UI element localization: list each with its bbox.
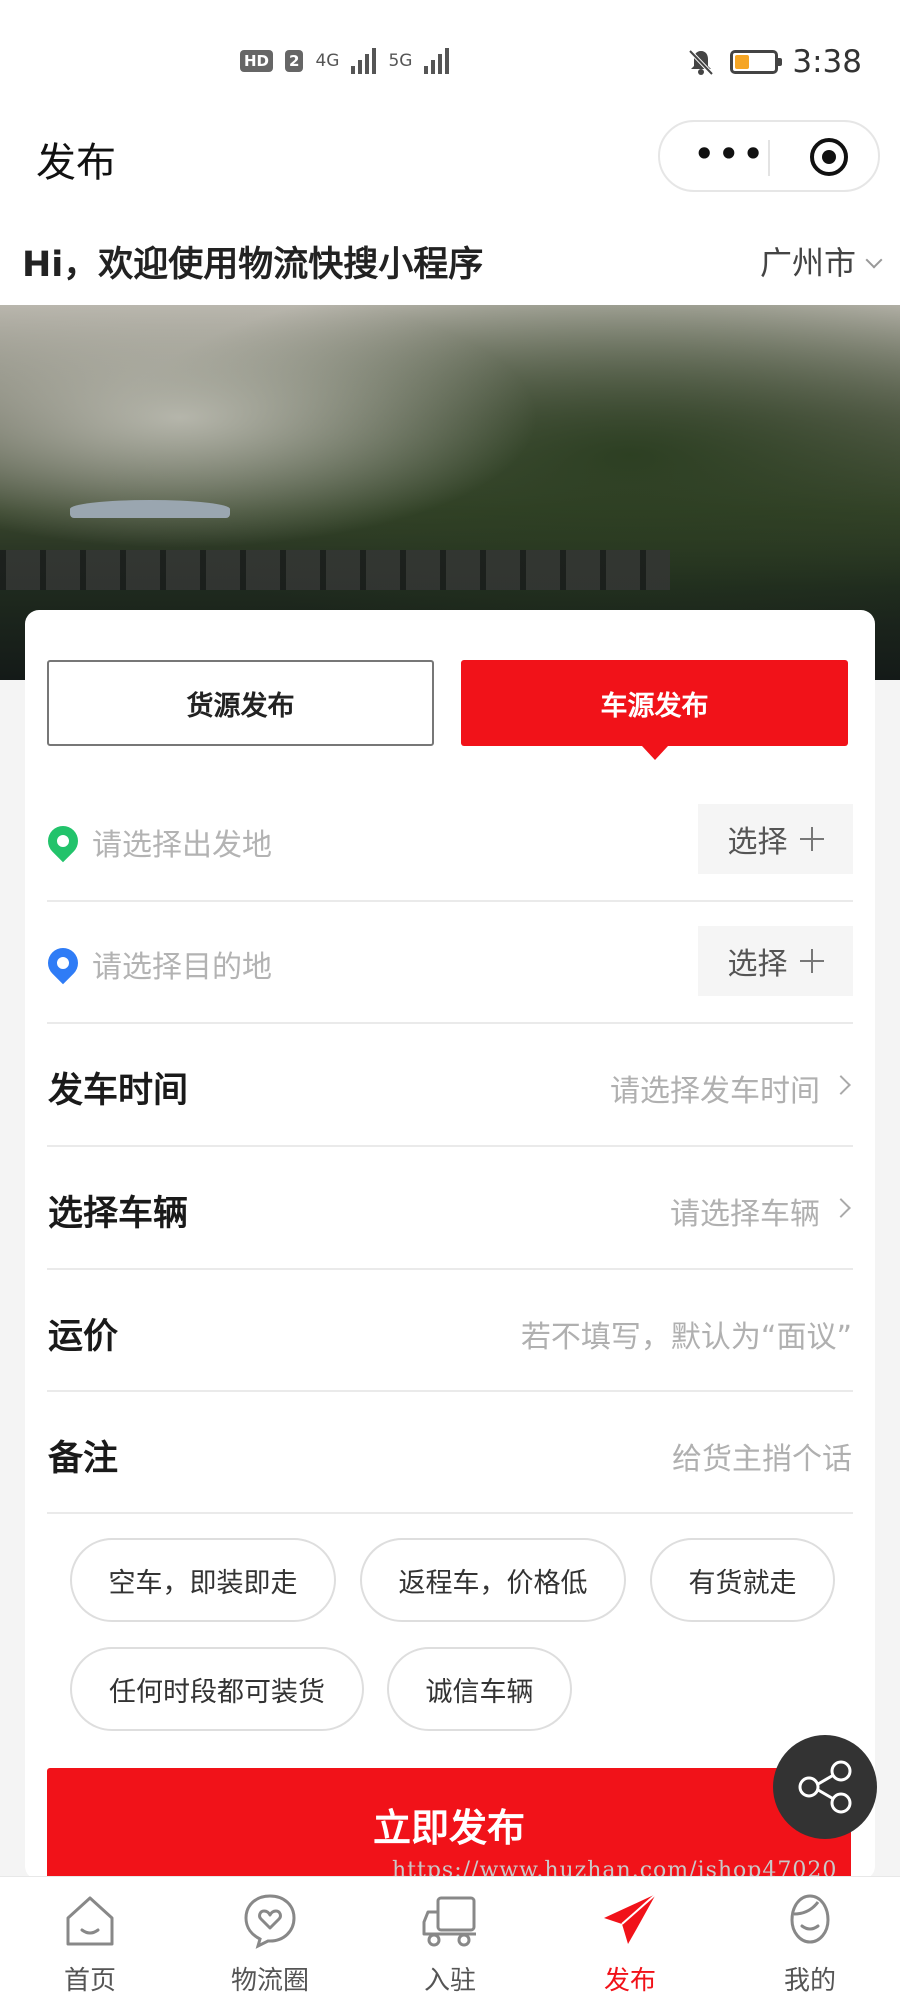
hd-badge: HD [240, 50, 274, 72]
remark-label: 备注 [48, 1439, 119, 1479]
divider [47, 1268, 853, 1270]
select-label: 选择 [727, 947, 788, 982]
tab-publish-label: 发布 [603, 1966, 656, 1996]
tab-vehicle-publish[interactable]: 车源发布 [461, 660, 848, 746]
vehicle-picker[interactable]: 请选择车辆 [670, 1189, 820, 1233]
select-label: 选择 [727, 825, 788, 860]
mute-bell-icon [688, 49, 714, 76]
origin-select-button[interactable]: 选择 [698, 804, 853, 874]
quick-tag[interactable]: 空车，即装即走 [70, 1538, 336, 1622]
network-1-label: 4G [315, 51, 340, 71]
tab-settle-in[interactable]: 入驻 [390, 1880, 510, 1998]
capsule-divider [768, 140, 770, 176]
divider [47, 1390, 853, 1392]
tab-goods-publish[interactable]: 货源发布 [47, 660, 434, 746]
tab-settle-label: 入驻 [423, 1966, 476, 1996]
clock: 3:38 [792, 44, 862, 80]
home-icon [66, 1896, 114, 1946]
quick-tag[interactable]: 有货就走 [650, 1538, 835, 1622]
tab-logistics-circle[interactable]: 物流圈 [210, 1880, 330, 1998]
price-input[interactable]: 若不填写，默认为“面议” [521, 1312, 852, 1356]
paper-plane-icon [604, 1893, 657, 1944]
signal-icon [424, 48, 450, 74]
network-2-label: 5G [388, 51, 413, 71]
tab-mine[interactable]: 我的 [750, 1880, 870, 1998]
depart-time-label: 发车时间 [48, 1071, 189, 1111]
tab-home-label: 首页 [63, 1966, 116, 1996]
quick-tag[interactable]: 诚信车辆 [387, 1647, 572, 1731]
divider [47, 1022, 853, 1024]
chevron-down-icon [865, 251, 883, 269]
quick-tag[interactable]: 任何时段都可装货 [70, 1647, 364, 1731]
signal-icon [351, 48, 377, 74]
pavilion-roof [70, 500, 230, 518]
origin-input[interactable]: 请选择出发地 [92, 820, 272, 864]
divider [47, 1512, 853, 1514]
price-label: 运价 [48, 1317, 119, 1357]
more-icon[interactable]: ••• [694, 138, 767, 170]
plus-icon [799, 949, 824, 973]
vehicle-label: 选择车辆 [48, 1194, 189, 1234]
divider [47, 900, 853, 902]
tab-home[interactable]: 首页 [30, 1880, 150, 1998]
profile-icon [790, 1894, 830, 1944]
tab-mine-label: 我的 [783, 1966, 836, 1996]
share-button[interactable] [773, 1735, 877, 1839]
sim-badge: 2 [285, 50, 304, 72]
remark-input[interactable]: 给货主捎个话 [672, 1434, 852, 1478]
greeting-text: Hi，欢迎使用物流快搜小程序 [22, 245, 484, 285]
heart-chat-icon [244, 1894, 296, 1949]
depart-time-picker[interactable]: 请选择发车时间 [610, 1066, 820, 1110]
divider [47, 1145, 853, 1147]
destination-select-button[interactable]: 选择 [698, 926, 853, 996]
destination-input[interactable]: 请选择目的地 [92, 942, 272, 986]
truck-icon [422, 1896, 476, 1947]
mini-program-capsule: ••• [658, 120, 880, 192]
quick-tag[interactable]: 返程车，价格低 [360, 1538, 626, 1622]
plus-icon [799, 827, 824, 851]
city-selector[interactable]: 广州市 [759, 238, 883, 284]
active-tab-indicator [642, 746, 668, 760]
close-target-icon[interactable] [810, 138, 848, 176]
battery-icon [730, 50, 783, 74]
status-right: 3:38 [686, 44, 862, 80]
share-icon [798, 1760, 852, 1814]
tab-logistics-label: 物流圈 [230, 1966, 309, 1996]
tab-publish[interactable]: 发布 [570, 1880, 690, 1998]
railing [0, 550, 670, 590]
network-indicators: HD 2 4G 5G [240, 48, 450, 74]
page-title: 发布 [36, 140, 116, 186]
city-label: 广州市 [759, 244, 856, 282]
